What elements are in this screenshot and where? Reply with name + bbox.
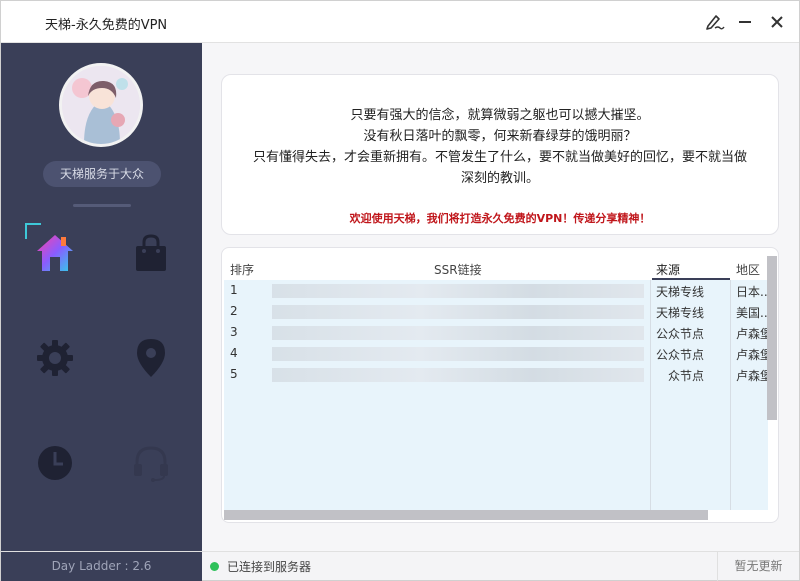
- row-region: 美国...: [736, 306, 770, 320]
- ssr-link-blurred[interactable]: [272, 326, 644, 340]
- row-region: 卢森堡: [736, 327, 770, 341]
- status-bar: Day Ladder : 2.6 已连接到服务器 暂无更新: [1, 551, 799, 581]
- notice-line: 只要有强大的信念，就算微弱之躯也可以撼大摧坚。: [350, 108, 650, 123]
- minimize-icon: [739, 21, 751, 23]
- welcome-message: 欢迎使用天梯，我们将打造永久免费的VPN！传递分享精神！: [349, 212, 651, 225]
- row-index: 2: [230, 304, 238, 318]
- row-source: 公众节点: [656, 348, 705, 362]
- column-divider: [730, 280, 731, 510]
- app-window: 天梯-永久免费的VPN 天梯服务于大众 只要有强大的信念，就算微弱之躯也可以撼大…: [0, 0, 800, 581]
- table-row[interactable]: 2 天梯专线 美国...: [224, 301, 770, 322]
- avatar[interactable]: [59, 63, 143, 147]
- skin-button[interactable]: [703, 10, 727, 34]
- sidebar: 天梯服务于大众: [1, 43, 202, 551]
- connection-status-icon: [210, 562, 219, 571]
- notice-line: 只有懂得失去，才会重新拥有。不管发生了什么，要不就当做美好的回忆，要不就当做: [252, 150, 747, 165]
- row-index: 4: [230, 346, 238, 360]
- notice-panel: 只要有强大的信念，就算微弱之躯也可以撼大摧坚。 没有秋日落叶的飘零，何来新春绿芽…: [221, 74, 779, 235]
- home-icon: [37, 235, 73, 271]
- gear-icon: [37, 340, 73, 376]
- ssr-link-blurred[interactable]: [272, 347, 644, 361]
- vertical-scrollbar[interactable]: [767, 256, 777, 420]
- table-row[interactable]: 5 众节点 卢森堡: [224, 364, 770, 385]
- connection-status: 已连接到服务器: [227, 560, 312, 574]
- nav-settings[interactable]: [25, 328, 85, 388]
- row-source: 公众节点: [656, 327, 705, 341]
- location-pin-icon: [137, 339, 165, 377]
- shopping-bag-icon: [136, 234, 166, 271]
- column-header-region[interactable]: 地区: [736, 261, 760, 278]
- column-header-source[interactable]: 来源: [656, 261, 680, 278]
- table-body: 1 天梯专线 日本... 2 天梯专线 美国... 3 公众节点 卢森堡 4 公…: [224, 280, 770, 510]
- headset-icon: [134, 446, 168, 482]
- notice-line: 深刻的教训。: [460, 171, 539, 186]
- row-source: 众节点: [668, 369, 705, 383]
- close-button[interactable]: [765, 10, 789, 34]
- nav-location[interactable]: [121, 328, 181, 388]
- row-region: 日本...: [736, 285, 770, 299]
- ssr-link-blurred[interactable]: [272, 284, 644, 298]
- table-row[interactable]: 3 公众节点 卢森堡: [224, 322, 770, 343]
- notice-text: 只要有强大的信念，就算微弱之躯也可以撼大摧坚。 没有秋日落叶的飘零，何来新春绿芽…: [222, 105, 778, 189]
- table-header: 排序 SSR链接 来源 地区: [222, 258, 778, 280]
- window-title: 天梯-永久免费的VPN: [45, 18, 168, 33]
- close-icon: [771, 16, 783, 28]
- row-index: 1: [230, 283, 238, 297]
- nav-support[interactable]: [121, 433, 181, 493]
- ssr-link-blurred[interactable]: [272, 305, 644, 319]
- column-header-index[interactable]: 排序: [230, 261, 254, 278]
- row-region: 卢森堡: [736, 369, 770, 383]
- row-source: 天梯专线: [656, 285, 705, 299]
- horizontal-scrollbar[interactable]: [224, 510, 708, 520]
- minimize-button[interactable]: [733, 10, 757, 34]
- table-row[interactable]: 4 公众节点 卢森堡: [224, 343, 770, 364]
- row-region: 卢森堡: [736, 348, 770, 362]
- brush-icon: [706, 15, 725, 30]
- nav-home[interactable]: [25, 223, 85, 283]
- update-button[interactable]: 暂无更新: [717, 552, 799, 581]
- row-index: 5: [230, 367, 238, 381]
- sidebar-divider: [73, 204, 131, 207]
- column-header-ssr[interactable]: SSR链接: [434, 261, 482, 278]
- slogan-pill: 天梯服务于大众: [43, 161, 161, 187]
- nav-shop[interactable]: [121, 223, 181, 283]
- nav-history[interactable]: [25, 433, 85, 493]
- row-index: 3: [230, 325, 238, 339]
- column-divider: [650, 280, 651, 510]
- ssr-link-blurred[interactable]: [272, 368, 644, 382]
- server-table: 排序 SSR链接 来源 地区 1 天梯专线 日本... 2 天梯专线 美国...…: [221, 247, 779, 523]
- version-label: Day Ladder : 2.6: [1, 552, 202, 581]
- title-bar[interactable]: 天梯-永久免费的VPN: [1, 1, 799, 43]
- table-row[interactable]: 1 天梯专线 日本...: [224, 280, 770, 301]
- notice-line: 没有秋日落叶的飘零，何来新春绿芽的饿明丽？: [363, 129, 637, 144]
- clock-icon: [38, 446, 72, 480]
- avatar-illustration: [62, 66, 140, 144]
- row-source: 天梯专线: [656, 306, 705, 320]
